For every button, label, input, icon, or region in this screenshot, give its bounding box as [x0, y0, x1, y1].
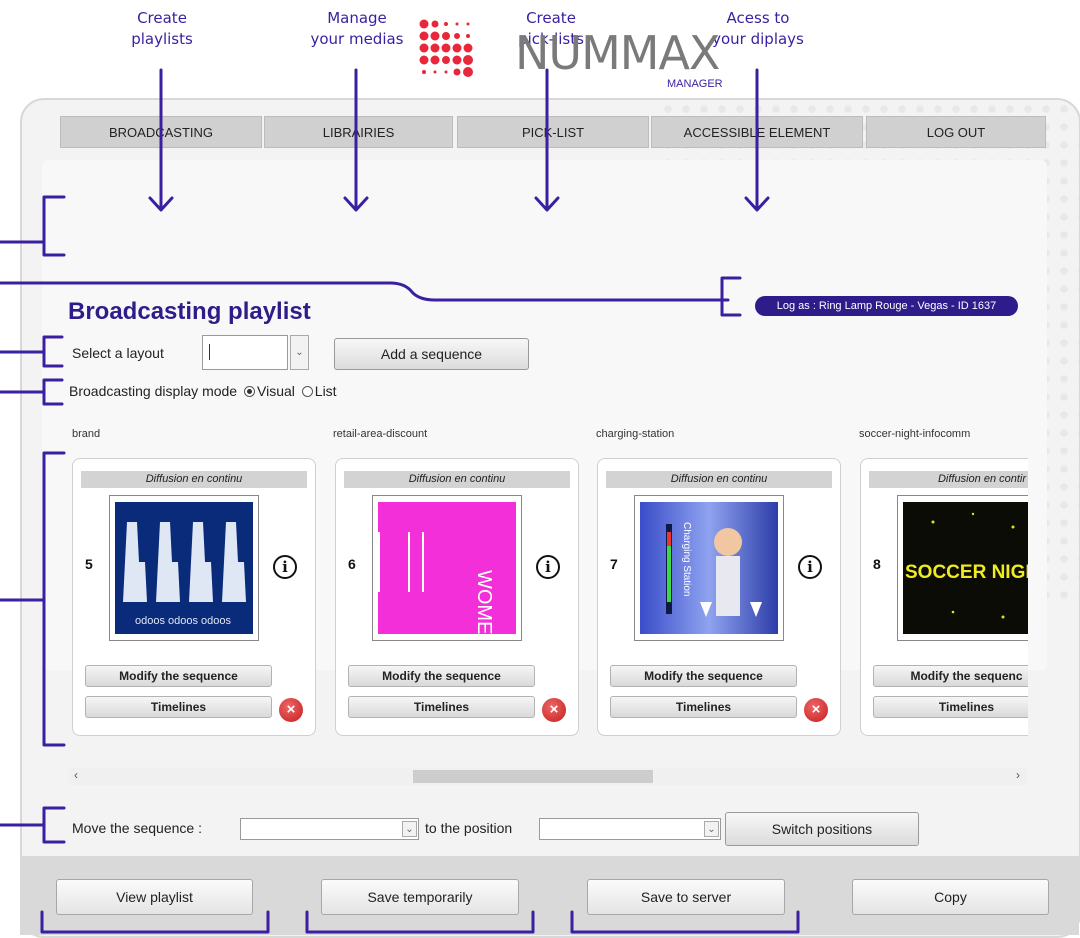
timelines-button[interactable]: Timelines: [85, 696, 272, 718]
thumbnail-image: odoos odoos odoos: [115, 502, 253, 634]
thumbnail-text: WOMEN: [473, 570, 495, 634]
scroll-left-icon[interactable]: ‹: [74, 768, 78, 782]
thumbnail-text: SOCCER NIGHT: [905, 562, 1028, 583]
sequence-card: Diffusion en continu 7 Charging Station …: [597, 458, 841, 736]
sequence-thumbnail[interactable]: Charging Station: [634, 495, 784, 641]
sequence-thumbnail[interactable]: odoos odoos odoos: [109, 495, 259, 641]
thumbnail-text: odoos: [168, 615, 198, 627]
move-sequence-label: Move the sequence :: [72, 820, 202, 836]
sequence-thumbnail[interactable]: SOCCER NIGHT: [897, 495, 1028, 641]
chevron-down-icon[interactable]: ⌄: [704, 821, 719, 837]
thumbnail-image: WOMEN: [378, 502, 516, 634]
save-to-server-button[interactable]: Save to server: [587, 879, 785, 915]
to-position-label: to the position: [425, 820, 513, 836]
move-sequence-select[interactable]: ⌄: [240, 818, 419, 840]
modify-sequence-button[interactable]: Modify the sequence: [610, 665, 797, 687]
thumbnail-text: Charging Station: [681, 522, 692, 597]
modify-sequence-button[interactable]: Modify the sequence: [348, 665, 535, 687]
sequence-number: 5: [85, 556, 93, 572]
sequence-thumbnail[interactable]: WOMEN: [372, 495, 522, 641]
delete-icon[interactable]: ×: [279, 698, 303, 722]
modify-sequence-button[interactable]: Modify the sequence: [85, 665, 272, 687]
timelines-button[interactable]: Timelines: [873, 696, 1028, 718]
delete-icon[interactable]: ×: [542, 698, 566, 722]
thumbnail-image: SOCCER NIGHT: [903, 502, 1028, 634]
info-icon[interactable]: i: [798, 555, 822, 579]
chevron-down-icon[interactable]: ⌄: [402, 821, 417, 837]
sequence-number: 6: [348, 556, 356, 572]
soccer-artwork-icon: SOCCER NIGHT: [905, 512, 1028, 619]
copy-button[interactable]: Copy: [852, 879, 1049, 915]
info-icon[interactable]: i: [273, 555, 297, 579]
thumbnail-text: odoos: [201, 615, 231, 627]
sequence-number: 7: [610, 556, 618, 572]
info-icon[interactable]: i: [536, 555, 560, 579]
sequence-banner: Diffusion en contir: [869, 471, 1028, 488]
modify-sequence-button[interactable]: Modify the sequenc: [873, 665, 1028, 687]
view-playlist-button[interactable]: View playlist: [56, 879, 253, 915]
timelines-button[interactable]: Timelines: [610, 696, 797, 718]
sequence-carousel: Diffusion en continu 5 odoos odoos odoos…: [0, 0, 1028, 935]
sequence-card: Diffusion en continu 5 odoos odoos odoos…: [72, 458, 316, 736]
charging-artwork-icon: Charging Station: [666, 522, 762, 617]
scroll-right-icon[interactable]: ›: [1016, 768, 1020, 782]
timelines-button[interactable]: Timelines: [348, 696, 535, 718]
switch-positions-button[interactable]: Switch positions: [725, 812, 919, 846]
delete-icon[interactable]: ×: [804, 698, 828, 722]
position-select[interactable]: ⌄: [539, 818, 721, 840]
sequence-banner: Diffusion en continu: [344, 471, 570, 488]
retail-artwork-icon: WOMEN: [378, 532, 495, 634]
thumbnail-text: odoos: [135, 615, 165, 627]
scrollbar-thumb[interactable]: [413, 770, 653, 783]
sequence-number: 8: [873, 556, 881, 572]
save-temporarily-button[interactable]: Save temporarily: [321, 879, 519, 915]
sequence-card: Diffusion en continu 6 WOMEN i Modify th…: [335, 458, 579, 736]
sequence-banner: Diffusion en continu: [81, 471, 307, 488]
sequence-card: Diffusion en contir 8 SOCCER NIGHT Modif…: [860, 458, 1028, 736]
thumbnail-image: Charging Station: [640, 502, 778, 634]
brand-artwork-icon: odoos odoos odoos: [123, 522, 246, 627]
horizontal-scrollbar[interactable]: ‹ ›: [68, 768, 1026, 785]
sequence-banner: Diffusion en continu: [606, 471, 832, 488]
